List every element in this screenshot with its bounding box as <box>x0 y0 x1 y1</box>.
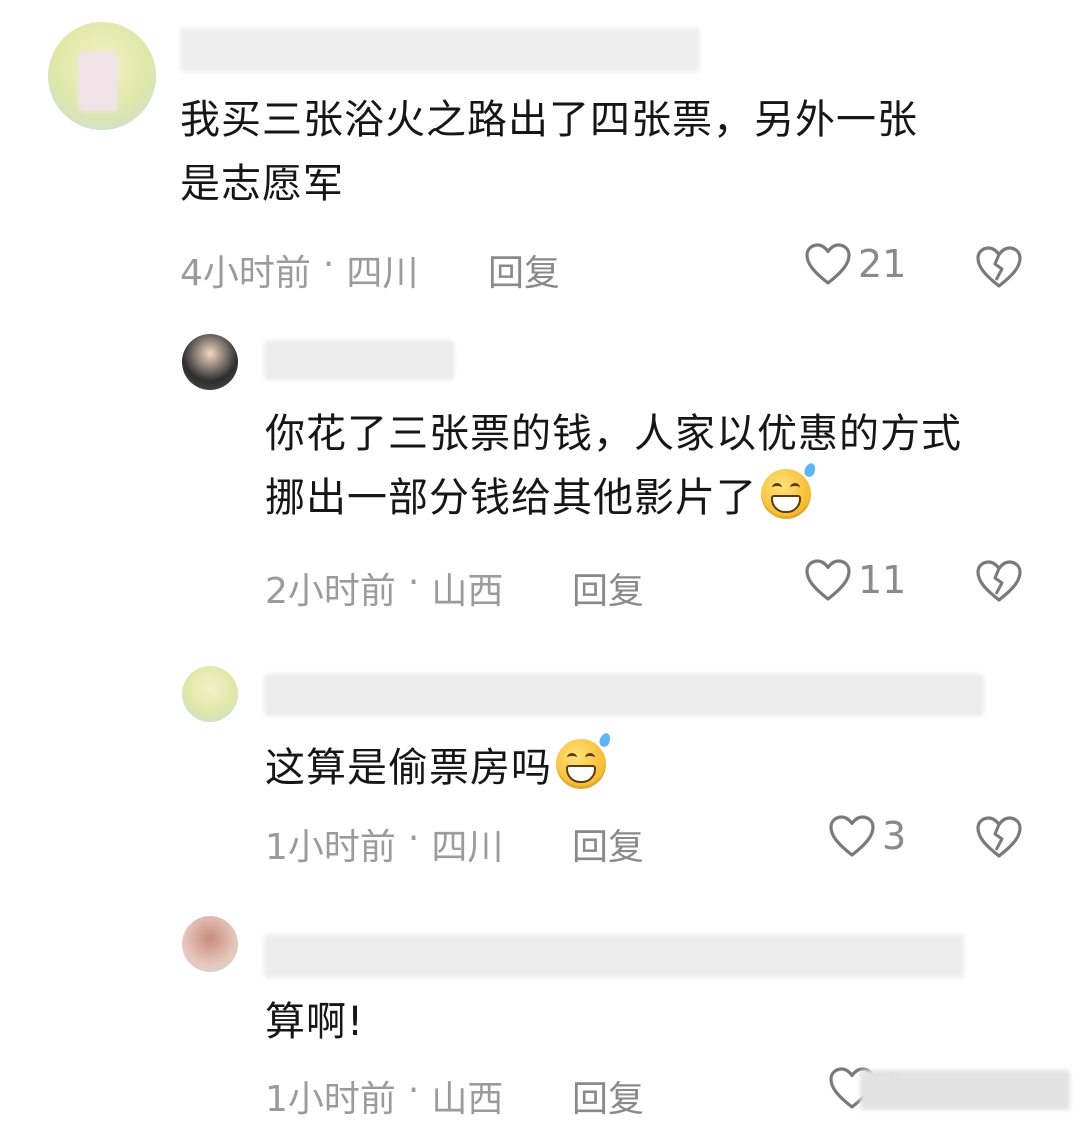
avatar[interactable] <box>182 334 238 390</box>
separator: · <box>407 1070 420 1111</box>
avatar[interactable] <box>182 666 238 722</box>
separator: · <box>322 244 335 285</box>
username-blurred[interactable] <box>264 674 984 716</box>
comment-text: 算啊! <box>265 990 1065 1054</box>
comment-text-line: 算啊! <box>265 999 365 1045</box>
timestamp: 2小时前 <box>265 571 396 612</box>
reply-button[interactable]: 回复 <box>572 818 644 870</box>
comment-meta: 2小时前 · 山西 <box>265 562 503 614</box>
broken-heart-icon[interactable] <box>974 244 1024 290</box>
like-button[interactable]: 3 <box>828 814 906 858</box>
timestamp: 1小时前 <box>265 1079 396 1120</box>
heart-icon <box>805 243 851 285</box>
heart-icon <box>829 815 875 857</box>
timestamp: 1小时前 <box>265 827 396 868</box>
username-blurred[interactable] <box>264 934 964 978</box>
reply-button[interactable]: 回复 <box>572 562 644 614</box>
username-blurred[interactable] <box>264 340 454 380</box>
like-count: 11 <box>858 558 907 602</box>
comment-text-line: 你花了三张票的钱，人家以优惠的方式 <box>265 411 962 457</box>
heart-icon <box>805 559 851 601</box>
avatar[interactable] <box>182 916 238 972</box>
like-button[interactable]: 11 <box>804 558 906 602</box>
like-count: 21 <box>858 242 907 286</box>
timestamp: 4小时前 <box>180 253 311 294</box>
comment-text: 这算是偷票房吗 <box>265 731 1065 800</box>
like-button[interactable]: 21 <box>804 242 906 286</box>
location: 四川 <box>431 827 504 868</box>
reply-button[interactable]: 回复 <box>488 244 560 296</box>
avatar[interactable] <box>48 22 156 130</box>
username-blurred[interactable] <box>180 28 700 72</box>
comment-meta: 1小时前 · 四川 <box>265 818 503 870</box>
grinning-sweat-emoji-icon <box>761 461 818 519</box>
separator: · <box>407 818 420 859</box>
comment-text: 你花了三张票的钱，人家以优惠的方式 挪出一部分钱给其他影片了 <box>265 402 1065 530</box>
grinning-sweat-emoji-icon <box>556 731 613 789</box>
comment-text: 我买三张浴火之路出了四张票，另外一张 是志愿军 <box>180 88 1040 216</box>
comment-text-line: 这算是偷票房吗 <box>265 731 1065 800</box>
location: 山西 <box>431 571 504 612</box>
comment-text-line: 是志愿军 <box>180 161 344 207</box>
comment-text-line: 挪出一部分钱给其他影片了 <box>265 461 1065 530</box>
watermark-blurred <box>860 1070 1070 1110</box>
broken-heart-icon[interactable] <box>974 814 1024 860</box>
location: 四川 <box>346 253 419 294</box>
comment-text-line: 我买三张浴火之路出了四张票，另外一张 <box>180 97 918 143</box>
separator: · <box>407 562 420 603</box>
like-count: 3 <box>882 814 907 858</box>
reply-button[interactable]: 回复 <box>572 1070 644 1122</box>
location: 山西 <box>431 1079 504 1120</box>
comment-meta: 1小时前 · 山西 <box>265 1070 503 1122</box>
comment-meta: 4小时前 · 四川 <box>180 244 418 296</box>
broken-heart-icon[interactable] <box>974 558 1024 604</box>
